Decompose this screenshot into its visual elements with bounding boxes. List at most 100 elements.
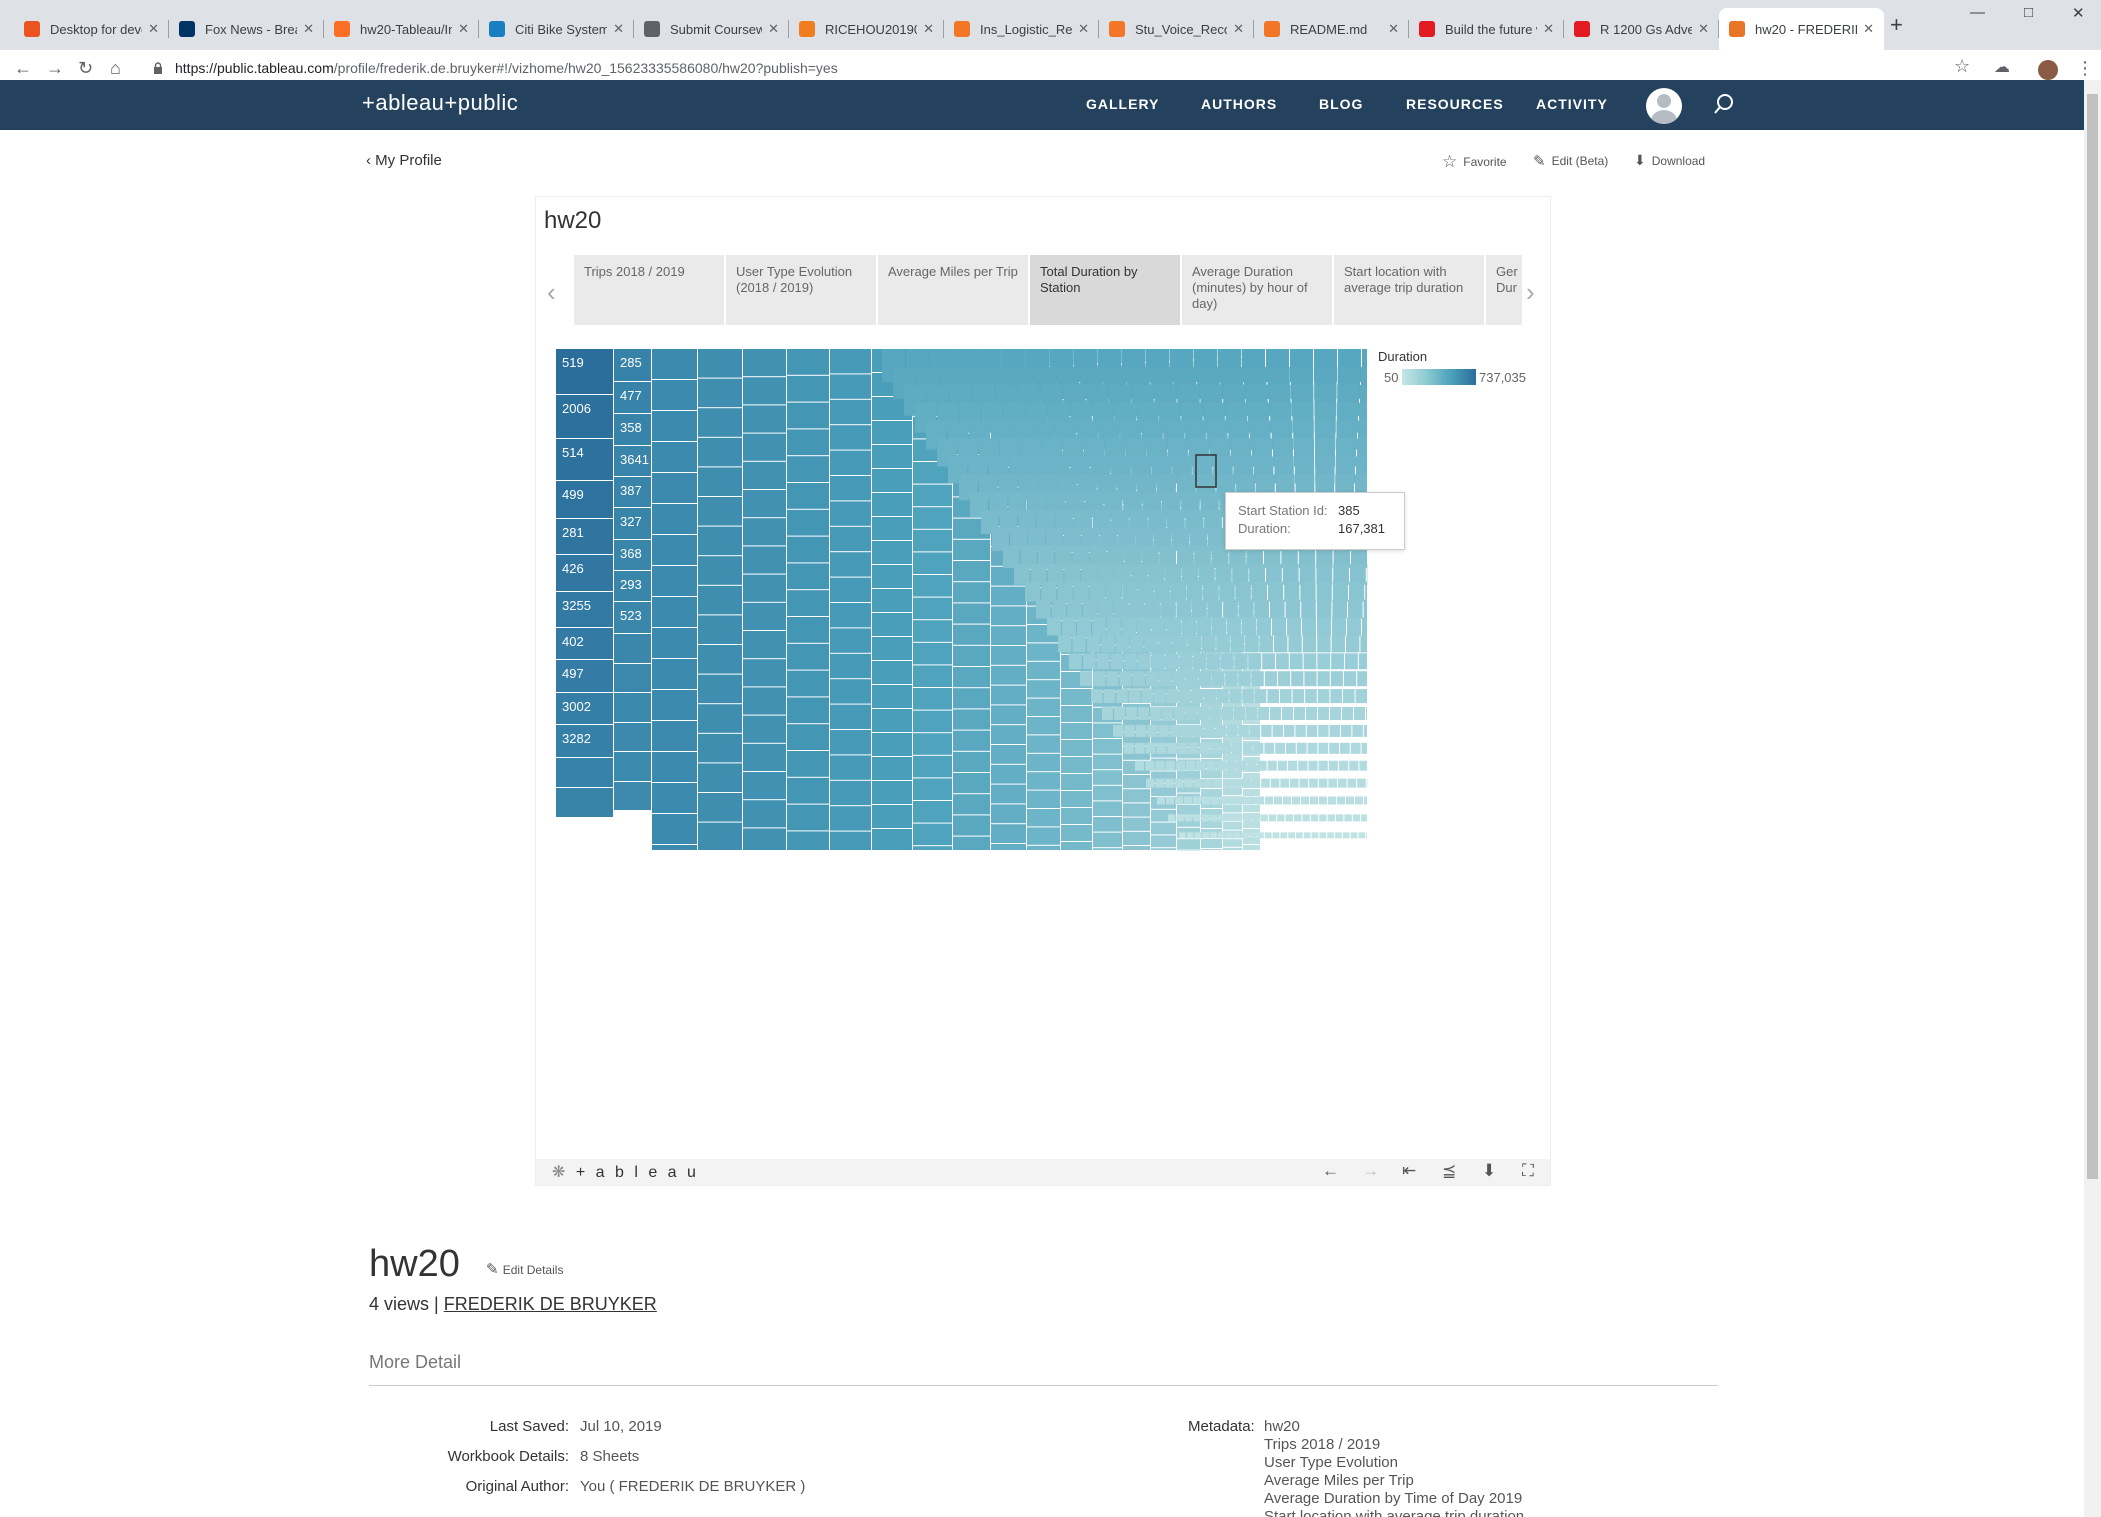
treemap-cell-c4-6[interactable] [698, 526, 742, 556]
tabs-next-arrow-icon[interactable]: › [1526, 277, 1535, 308]
treemap-cell-small-r26-5[interactable] [1210, 814, 1218, 822]
treemap-cell-small-r27-24[interactable] [1366, 832, 1367, 839]
treemap-cell-c3-0[interactable] [652, 349, 697, 379]
treemap-cell-c15-30[interactable] [1123, 775, 1150, 789]
treemap-cell-c11-18[interactable] [991, 705, 1026, 725]
download-viz-icon[interactable]: ⬇ [1482, 1161, 1496, 1181]
treemap-cell-small-r12-18[interactable] [1316, 563, 1333, 585]
treemap-cell-small-r14-0[interactable] [1036, 599, 1051, 619]
treemap-cell-small-r15-14[interactable] [1257, 617, 1271, 636]
treemap-cell-small-r17-4[interactable] [1124, 653, 1137, 670]
treemap-cell-small-r22-18[interactable] [1318, 742, 1329, 754]
address-bar[interactable]: https://public.tableau.com/profile/frede… [175, 60, 838, 76]
treemap-cell-small-r26-19[interactable] [1327, 814, 1335, 822]
treemap-cell-small-r14-15[interactable] [1270, 599, 1285, 619]
profile-avatar[interactable] [2038, 60, 2058, 80]
treemap-cell-small-r13-7[interactable] [1138, 581, 1154, 602]
treemap-cell-c10-11[interactable] [953, 582, 990, 603]
treemap-cell-small-r18-14[interactable] [1264, 671, 1277, 687]
treemap-cell-small-r25-3[interactable] [1184, 796, 1192, 805]
treemap-cell-small-r13-18[interactable] [1316, 581, 1332, 602]
treemap-cell-small-r21-11[interactable] [1238, 724, 1249, 737]
treemap-cell-small-r26-17[interactable] [1310, 814, 1319, 822]
treemap-cell-c5-2[interactable] [743, 405, 786, 433]
treemap-cell-small-r13-13[interactable] [1235, 581, 1251, 602]
treemap-cell-c3-16[interactable] [652, 845, 697, 850]
treemap-cell-small-r17-18[interactable] [1317, 653, 1331, 670]
treemap-cell-small-r14-5[interactable] [1114, 599, 1129, 619]
treemap-cell-small-r20-4[interactable] [1150, 707, 1161, 720]
treemap-cell-small-r15-15[interactable] [1272, 617, 1286, 636]
treemap-cell-c6-4[interactable] [787, 456, 829, 482]
treemap-cell-small-r19-14[interactable] [1267, 689, 1279, 704]
treemap-cell-c9-17[interactable] [913, 733, 952, 755]
treemap-cell-c8-18[interactable] [872, 781, 912, 804]
treemap-cell-c6-9[interactable] [787, 590, 829, 616]
treemap-cell-c7-18[interactable] [830, 806, 871, 831]
treemap-cell-c11-23[interactable] [991, 804, 1026, 824]
treemap-cell-small-r23-17[interactable] [1308, 760, 1318, 771]
treemap-cell-small-r17-12[interactable] [1234, 653, 1248, 670]
treemap-cell-c6-12[interactable] [787, 670, 829, 697]
treemap-cell-c10-12[interactable] [953, 603, 990, 624]
treemap-cell-c11-25[interactable] [991, 844, 1026, 850]
treemap-cell-c14-31[interactable] [1093, 832, 1122, 848]
treemap-cell-c4-14[interactable] [698, 763, 742, 792]
share-icon[interactable]: ⪳ [1442, 1161, 1456, 1181]
treemap-cell-small-r15-8[interactable] [1167, 617, 1181, 636]
treemap-cell-small-r15-3[interactable] [1092, 617, 1106, 636]
treemap-cell-c12-16[interactable] [1027, 643, 1060, 661]
treemap-cell-small-r25-21[interactable] [1346, 796, 1354, 805]
close-tab-icon[interactable]: ✕ [1543, 21, 1554, 37]
treemap-cell-small-r22-20[interactable] [1340, 742, 1350, 754]
treemap-cell-c9-21[interactable] [913, 823, 952, 846]
treemap-cell-c19-51[interactable] [1223, 787, 1242, 796]
treemap-cell-c8-3[interactable] [872, 421, 912, 444]
treemap-cell-c7-12[interactable] [830, 653, 871, 679]
treemap-cell-small-r17-2[interactable] [1096, 653, 1110, 670]
treemap-cell-c5-7[interactable] [743, 546, 786, 574]
browser-tab[interactable]: Build the future w ✕ [1409, 8, 1564, 50]
treemap-cell-small-r27-7[interactable] [1233, 832, 1241, 839]
treemap-cell-c20-59[interactable] [1243, 821, 1260, 828]
treemap-cell-c3-12[interactable] [652, 721, 697, 751]
treemap-cell-small-r12-19[interactable] [1333, 563, 1349, 585]
treemap-cell-small-r24-11[interactable] [1251, 778, 1261, 788]
treemap-cell-small-r25-2[interactable] [1175, 796, 1183, 805]
treemap-cell-col2-13[interactable] [614, 752, 651, 781]
treemap-cell-small-r20-2[interactable] [1126, 707, 1137, 720]
treemap-cell-c16-38[interactable] [1151, 835, 1176, 848]
treemap-cell-small-r26-11[interactable] [1260, 814, 1268, 822]
treemap-cell-small-r13-17[interactable] [1300, 581, 1316, 602]
treemap-cell-small-r20-16[interactable] [1294, 707, 1305, 720]
treemap-cell-c4-9[interactable] [698, 615, 742, 644]
treemap-cell-small-r22-13[interactable] [1264, 742, 1275, 754]
treemap-cell-small-r23-2[interactable] [1155, 760, 1165, 771]
tabs-prev-arrow-icon[interactable]: ‹ [547, 277, 556, 308]
treemap-cell-small-r17-9[interactable] [1193, 653, 1206, 670]
treemap-cell-small-r20-7[interactable] [1186, 707, 1197, 720]
treemap-cell-c7-13[interactable] [830, 679, 871, 704]
treemap-cell-c20-57[interactable] [1243, 805, 1260, 812]
treemap-cell-c11-15[interactable] [991, 646, 1026, 665]
treemap-cell-small-r26-8[interactable] [1235, 814, 1243, 822]
treemap-cell-small-r27-23[interactable] [1358, 832, 1366, 839]
treemap-cell-c9-14[interactable] [913, 665, 952, 687]
treemap-cell-small-r18-0[interactable] [1080, 671, 1093, 687]
treemap-cell-c12-20[interactable] [1027, 717, 1060, 735]
treemap-cell-small-r15-19[interactable] [1332, 617, 1346, 636]
treemap-cell-small-r16-12[interactable] [1230, 635, 1245, 653]
treemap-cell-small-r14-11[interactable] [1207, 599, 1223, 619]
treemap-cell-small-r20-19[interactable] [1330, 707, 1341, 720]
treemap-cell-small-r15-20[interactable] [1347, 617, 1361, 636]
nav-blog[interactable]: BLOG [1319, 96, 1363, 112]
treemap-cell-small-r27-19[interactable] [1327, 832, 1334, 839]
treemap-cell-small-r16-5[interactable] [1130, 635, 1144, 653]
tableau-brand[interactable]: ❋ + a b l e a u [552, 1162, 699, 1182]
treemap-cell-c14-32[interactable] [1093, 848, 1122, 850]
treemap-cell-small-r23-13[interactable] [1267, 760, 1277, 771]
treemap-cell-small-r16-2[interactable] [1086, 635, 1101, 653]
treemap-cell-small-r19-3[interactable] [1128, 689, 1141, 704]
treemap-cell-small-r12-20[interactable] [1350, 563, 1366, 585]
treemap-cell-c6-15[interactable] [787, 751, 829, 777]
